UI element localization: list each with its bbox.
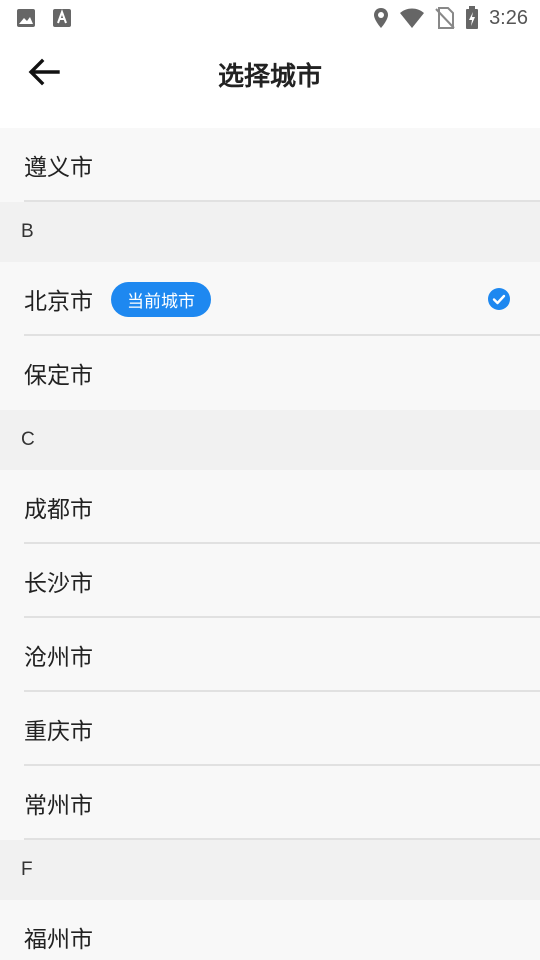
section-header-c: C [0, 410, 540, 470]
city-name: 北京市 [24, 289, 93, 315]
city-list: 遵义市 B 北京市 当前城市 保定市 C 成都市 长沙市 沧州市 重庆市 常州市… [0, 128, 540, 960]
city-item[interactable]: 沧州市 [0, 618, 540, 692]
app-bar: 选择城市 [0, 36, 540, 128]
image-icon [16, 8, 36, 28]
current-city-badge: 当前城市 [111, 281, 211, 317]
city-name: 长沙市 [24, 571, 93, 597]
city-item[interactable]: 长沙市 [0, 544, 540, 618]
city-name: 沧州市 [24, 645, 93, 671]
city-name: 福州市 [24, 927, 93, 953]
status-bar: 3:26 [0, 0, 540, 36]
city-item-current[interactable]: 北京市 当前城市 [0, 262, 540, 336]
city-item[interactable]: 成都市 [0, 470, 540, 544]
city-item[interactable]: 福州市 [0, 900, 540, 960]
city-item[interactable]: 重庆市 [0, 692, 540, 766]
city-item[interactable]: 遵义市 [0, 128, 540, 202]
no-sim-icon [435, 7, 455, 29]
city-name: 遵义市 [24, 155, 93, 181]
city-name: 重庆市 [24, 719, 93, 745]
city-item[interactable]: 常州市 [0, 766, 540, 840]
page-title: 选择城市 [217, 62, 322, 92]
city-item[interactable]: 保定市 [0, 336, 540, 410]
city-name: 成都市 [24, 497, 93, 523]
battery-charging-icon [465, 6, 479, 30]
city-name: 常州市 [24, 793, 93, 819]
wifi-icon [399, 7, 425, 29]
section-header-f: F [0, 840, 540, 900]
text-a-icon [52, 8, 72, 28]
city-name: 保定市 [24, 363, 93, 389]
section-header-b: B [0, 202, 540, 262]
status-time: 3:26 [489, 6, 528, 29]
check-circle-icon [488, 288, 510, 310]
location-icon [373, 7, 389, 29]
